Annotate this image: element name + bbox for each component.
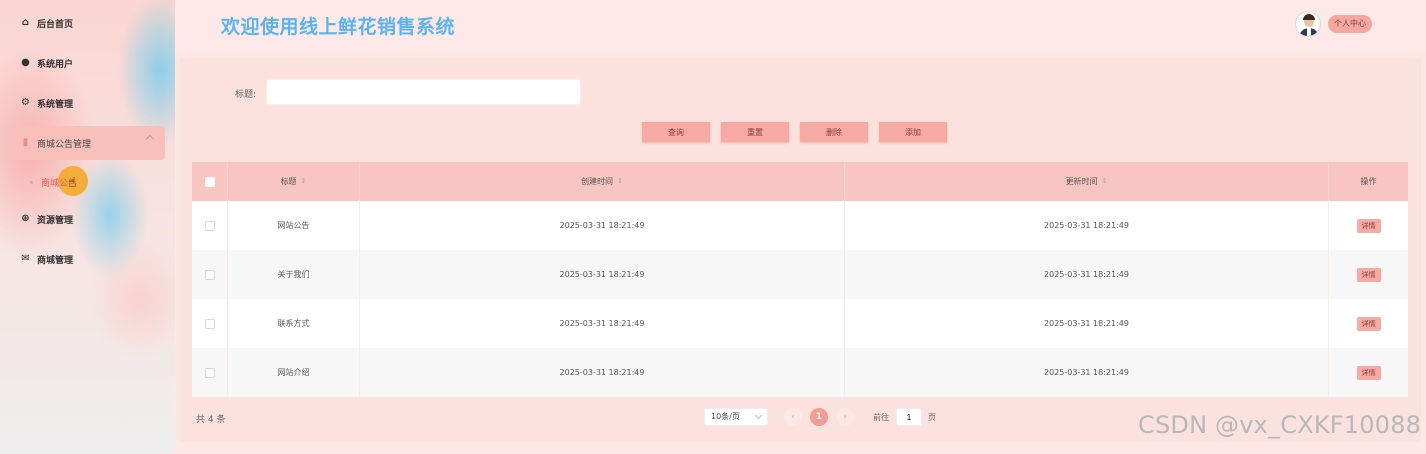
row-title: 联系方式 (228, 299, 360, 348)
announcement-table: 标题 ⇕ 创建时间 ⇕ 更新时间 ⇕ 操作 网站公告 2025-03-31 18… (192, 162, 1408, 397)
detail-button[interactable]: 详情 (1356, 316, 1381, 331)
sidebar-item-label: 系统管理 (37, 99, 74, 110)
watermark: CSDN @vx_CXKF10088 (1138, 411, 1422, 439)
row-checkbox[interactable] (204, 269, 215, 280)
row-created: 2025-03-31 18:21:49 (360, 201, 845, 250)
search-title-label: 标题: (235, 90, 257, 100)
select-all-cell (192, 162, 228, 201)
detail-button[interactable]: 详情 (1356, 365, 1381, 380)
table-header-row: 标题 ⇕ 创建时间 ⇕ 更新时间 ⇕ 操作 (192, 162, 1408, 201)
avatar-hair (1303, 14, 1315, 20)
row-ops: 详情 (1329, 348, 1408, 397)
circle-plus-icon: ⊕ (21, 213, 30, 224)
row-created: 2025-03-31 18:21:49 (360, 299, 845, 348)
sidebar-item-label: 系统用户 (37, 59, 74, 70)
row-updated: 2025-03-31 18:21:49 (845, 250, 1329, 299)
column-header-label: 标题 (280, 177, 297, 186)
row-updated: 2025-03-31 18:21:49 (845, 348, 1329, 397)
page-size-select[interactable]: 10条/页 (704, 408, 768, 426)
avatar[interactable] (1295, 11, 1321, 37)
delete-button[interactable]: 删除 (800, 122, 868, 142)
page-number-current[interactable]: 1 (810, 408, 828, 426)
top-header: 欢迎使用线上鲜花销售系统 个人中心 (175, 0, 1426, 52)
row-checkbox[interactable] (204, 367, 215, 378)
row-ops: 详情 (1329, 201, 1408, 250)
chevron-up-icon (145, 134, 155, 144)
chevron-down-icon (754, 411, 763, 420)
sidebar: ⌂ 后台首页 ● 系统用户 ⚙ 系统管理 ▮ 商城公告管理 商城公告 ☝ ⊕ 资… (0, 0, 175, 454)
sidebar-item-mall-management[interactable]: ✉ 商城管理 (0, 244, 175, 274)
select-all-checkbox[interactable] (204, 176, 215, 187)
column-header-label: 更新时间 (1065, 177, 1098, 186)
goto-unit-label: 页 (928, 413, 936, 422)
row-checkbox[interactable] (204, 220, 215, 231)
row-updated: 2025-03-31 18:21:49 (845, 201, 1329, 250)
hand-cursor-icon: ☝ (68, 175, 77, 191)
home-icon: ⌂ (21, 17, 30, 28)
row-title: 关于我们 (228, 250, 360, 299)
row-title: 网站公告 (228, 201, 360, 250)
query-button[interactable]: 查询 (642, 122, 710, 142)
total-count: 共 4 条 (196, 415, 226, 425)
document-icon: ▮ (22, 137, 29, 148)
sidebar-item-dashboard[interactable]: ⌂ 后台首页 (0, 8, 175, 38)
sort-icon[interactable]: ⇕ (1102, 178, 1108, 185)
sidebar-item-system-users[interactable]: ● 系统用户 (0, 48, 175, 78)
column-header-title[interactable]: 标题 ⇕ (228, 162, 360, 201)
user-icon: ● (21, 57, 30, 68)
row-checkbox[interactable] (204, 318, 215, 329)
table-row: 网站公告 2025-03-31 18:21:49 2025-03-31 18:2… (192, 201, 1408, 250)
row-check-cell (192, 299, 228, 348)
content-panel: 标题: 查询 重置 删除 添加 标题 ⇕ 创建时间 ⇕ 更新时间 ⇕ 操作 网站… (180, 58, 1421, 442)
table-row: 关于我们 2025-03-31 18:21:49 2025-03-31 18:2… (192, 250, 1408, 299)
column-header-created[interactable]: 创建时间 ⇕ (360, 162, 845, 201)
page-title: 欢迎使用线上鲜花销售系统 (221, 16, 456, 38)
sidebar-item-label: 商城管理 (37, 255, 74, 266)
prev-page-button[interactable]: ‹ (784, 408, 802, 426)
column-header-ops: 操作 (1329, 162, 1408, 201)
add-button[interactable]: 添加 (879, 122, 947, 142)
column-header-label: 操作 (1360, 177, 1377, 186)
sidebar-item-system-management[interactable]: ⚙ 系统管理 (0, 88, 175, 118)
column-header-label: 创建时间 (581, 177, 614, 186)
row-created: 2025-03-31 18:21:49 (360, 250, 845, 299)
column-header-updated[interactable]: 更新时间 ⇕ (845, 162, 1329, 201)
goto-label: 前往 (873, 413, 889, 422)
detail-button[interactable]: 详情 (1356, 267, 1381, 282)
row-ops: 详情 (1329, 299, 1408, 348)
sort-icon[interactable]: ⇕ (301, 178, 307, 185)
profile-center-button[interactable]: 个人中心 (1328, 15, 1372, 33)
reset-button[interactable]: 重置 (721, 122, 789, 142)
settings-icon: ⚙ (21, 97, 30, 108)
sidebar-item-label: 资源管理 (37, 215, 74, 226)
search-title-input[interactable] (266, 79, 581, 105)
detail-button[interactable]: 详情 (1356, 218, 1381, 233)
table-row: 网站介绍 2025-03-31 18:21:49 2025-03-31 18:2… (192, 348, 1408, 397)
sidebar-item-label: 后台首页 (37, 19, 74, 30)
row-check-cell (192, 250, 228, 299)
sidebar-item-label: 商城公告管理 (37, 139, 92, 150)
row-ops: 详情 (1329, 250, 1408, 299)
bullet-icon (30, 180, 33, 184)
row-created: 2025-03-31 18:21:49 (360, 348, 845, 397)
row-check-cell (192, 201, 228, 250)
mail-icon: ✉ (21, 253, 30, 264)
row-updated: 2025-03-31 18:21:49 (845, 299, 1329, 348)
row-title: 网站介绍 (228, 348, 360, 397)
table-row: 联系方式 2025-03-31 18:21:49 2025-03-31 18:2… (192, 299, 1408, 348)
row-check-cell (192, 348, 228, 397)
sidebar-item-resource-management[interactable]: ⊕ 资源管理 (0, 204, 175, 234)
page-size-value: 10条/页 (711, 412, 740, 421)
next-page-button[interactable]: › (836, 408, 854, 426)
sort-icon[interactable]: ⇕ (617, 178, 623, 185)
goto-page-input[interactable] (896, 408, 922, 426)
avatar-shirt (1307, 28, 1311, 36)
sidebar-item-announcement-management[interactable]: ▮ 商城公告管理 (8, 126, 165, 160)
